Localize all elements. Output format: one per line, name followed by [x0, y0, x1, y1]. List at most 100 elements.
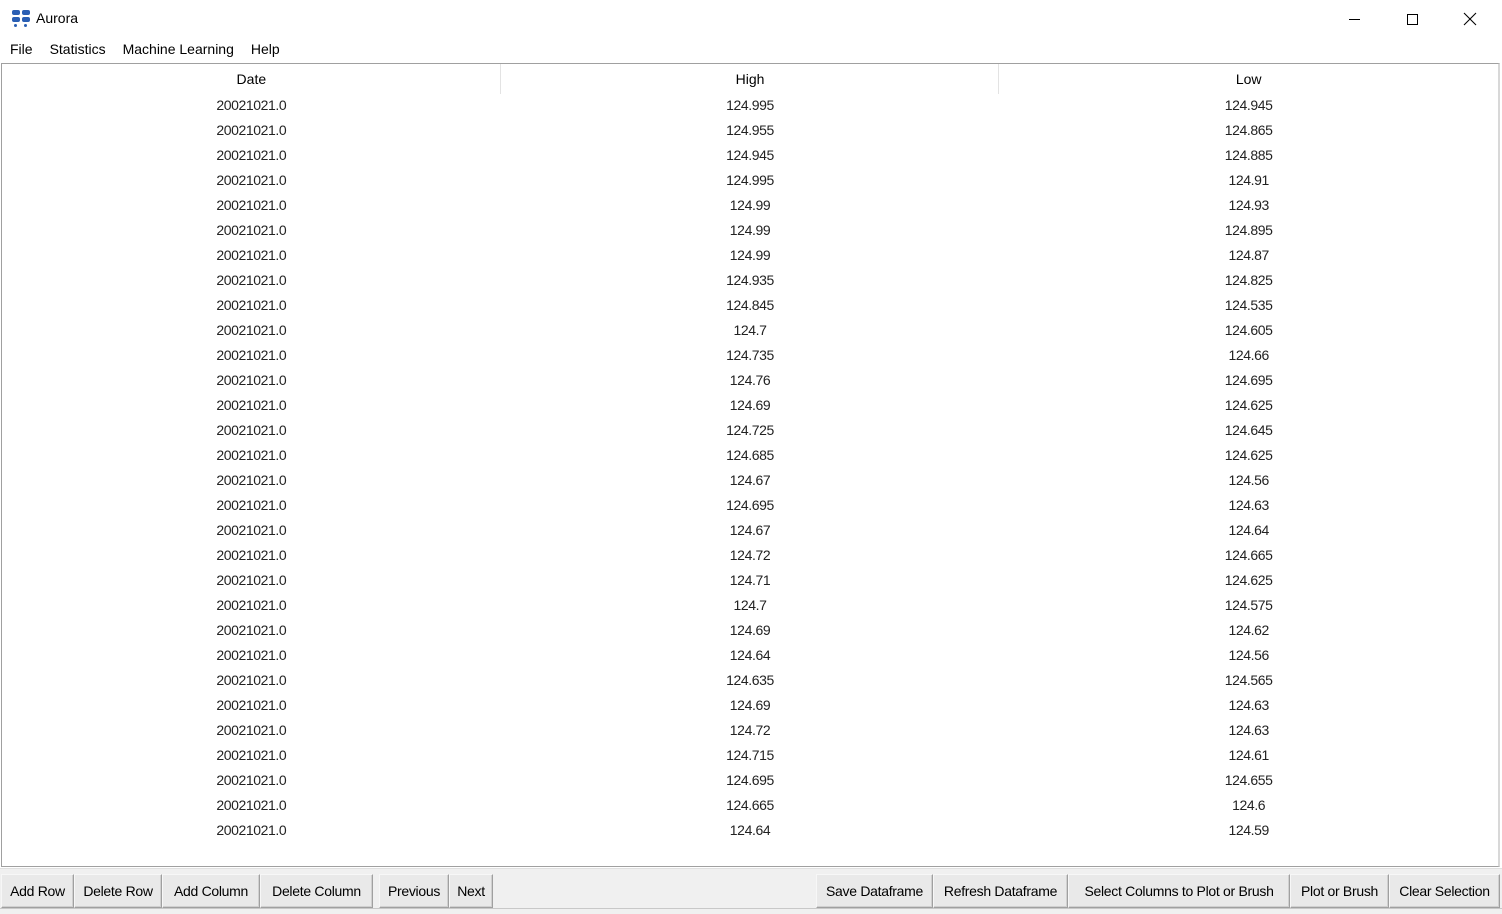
menu-file[interactable]: File	[0, 38, 41, 62]
delete-row-button[interactable]: Delete Row	[74, 874, 162, 908]
cell-date[interactable]: 20021021.0	[2, 293, 501, 318]
column-header-low[interactable]: Low	[999, 64, 1498, 92]
cell-date[interactable]: 20021021.0	[2, 443, 501, 468]
delete-column-button[interactable]: Delete Column	[260, 874, 373, 908]
data-table[interactable]: Date High Low 20021021.0 124.995 124.945 20…	[1, 63, 1500, 867]
cell-low[interactable]: 124.625	[999, 568, 1498, 593]
cell-high[interactable]: 124.665	[501, 793, 1000, 818]
table-row[interactable]: 20021021.0 124.7 124.575	[2, 593, 1498, 618]
cell-date[interactable]: 20021021.0	[2, 543, 501, 568]
table-row[interactable]: 20021021.0 124.995 124.91	[2, 168, 1498, 193]
cell-low[interactable]: 124.93	[999, 193, 1498, 218]
cell-date[interactable]: 20021021.0	[2, 268, 501, 293]
table-row[interactable]: 20021021.0 124.725 124.645	[2, 418, 1498, 443]
table-row[interactable]: 20021021.0 124.72 124.665	[2, 543, 1498, 568]
cell-low[interactable]: 124.865	[999, 118, 1498, 143]
table-row[interactable]: 20021021.0 124.64 124.59	[2, 818, 1498, 843]
cell-date[interactable]: 20021021.0	[2, 418, 501, 443]
table-row[interactable]: 20021021.0 124.995 124.945	[2, 93, 1498, 118]
table-row[interactable]: 20021021.0 124.64 124.56	[2, 643, 1498, 668]
cell-low[interactable]: 124.695	[999, 368, 1498, 393]
cell-high[interactable]: 124.695	[501, 768, 1000, 793]
cell-low[interactable]: 124.885	[999, 143, 1498, 168]
cell-high[interactable]: 124.99	[501, 218, 1000, 243]
menu-machine-learning[interactable]: Machine Learning	[114, 38, 242, 62]
cell-low[interactable]: 124.87	[999, 243, 1498, 268]
cell-date[interactable]: 20021021.0	[2, 568, 501, 593]
cell-high[interactable]: 124.69	[501, 693, 1000, 718]
plot-or-brush-button[interactable]: Plot or Brush	[1290, 874, 1389, 908]
cell-low[interactable]: 124.655	[999, 768, 1498, 793]
cell-date[interactable]: 20021021.0	[2, 693, 501, 718]
cell-date[interactable]: 20021021.0	[2, 143, 501, 168]
menu-statistics[interactable]: Statistics	[41, 38, 114, 62]
cell-high[interactable]: 124.995	[501, 168, 1000, 193]
column-header-date[interactable]: Date	[2, 64, 501, 94]
cell-date[interactable]: 20021021.0	[2, 518, 501, 543]
cell-date[interactable]: 20021021.0	[2, 93, 501, 118]
table-row[interactable]: 20021021.0 124.99 124.895	[2, 218, 1498, 243]
cell-low[interactable]: 124.6	[999, 793, 1498, 818]
cell-low[interactable]: 124.565	[999, 668, 1498, 693]
cell-high[interactable]: 124.67	[501, 468, 1000, 493]
cell-high[interactable]: 124.945	[501, 143, 1000, 168]
cell-high[interactable]: 124.72	[501, 718, 1000, 743]
cell-high[interactable]: 124.725	[501, 418, 1000, 443]
save-dataframe-button[interactable]: Save Dataframe	[816, 874, 933, 908]
cell-high[interactable]: 124.7	[501, 593, 1000, 618]
cell-date[interactable]: 20021021.0	[2, 318, 501, 343]
table-row[interactable]: 20021021.0 124.72 124.63	[2, 718, 1498, 743]
cell-low[interactable]: 124.665	[999, 543, 1498, 568]
table-row[interactable]: 20021021.0 124.695 124.655	[2, 768, 1498, 793]
cell-date[interactable]: 20021021.0	[2, 618, 501, 643]
cell-high[interactable]: 124.7	[501, 318, 1000, 343]
cell-high[interactable]: 124.955	[501, 118, 1000, 143]
cell-high[interactable]: 124.64	[501, 818, 1000, 843]
clear-selection-button[interactable]: Clear Selection	[1389, 874, 1500, 908]
table-row[interactable]: 20021021.0 124.955 124.865	[2, 118, 1498, 143]
cell-high[interactable]: 124.935	[501, 268, 1000, 293]
cell-date[interactable]: 20021021.0	[2, 718, 501, 743]
cell-low[interactable]: 124.61	[999, 743, 1498, 768]
table-row[interactable]: 20021021.0 124.99 124.93	[2, 193, 1498, 218]
table-row[interactable]: 20021021.0 124.69 124.625	[2, 393, 1498, 418]
cell-low[interactable]: 124.91	[999, 168, 1498, 193]
cell-date[interactable]: 20021021.0	[2, 493, 501, 518]
cell-low[interactable]: 124.56	[999, 643, 1498, 668]
cell-high[interactable]: 124.735	[501, 343, 1000, 368]
cell-low[interactable]: 124.625	[999, 443, 1498, 468]
cell-high[interactable]: 124.69	[501, 618, 1000, 643]
table-row[interactable]: 20021021.0 124.71 124.625	[2, 568, 1498, 593]
table-row[interactable]: 20021021.0 124.67 124.56	[2, 468, 1498, 493]
table-row[interactable]: 20021021.0 124.685 124.625	[2, 443, 1498, 468]
table-row[interactable]: 20021021.0 124.945 124.885	[2, 143, 1498, 168]
cell-date[interactable]: 20021021.0	[2, 818, 501, 843]
cell-date[interactable]: 20021021.0	[2, 643, 501, 668]
add-row-button[interactable]: Add Row	[1, 874, 74, 908]
cell-low[interactable]: 124.63	[999, 718, 1498, 743]
table-row[interactable]: 20021021.0 124.69 124.63	[2, 693, 1498, 718]
table-row[interactable]: 20021021.0 124.735 124.66	[2, 343, 1498, 368]
cell-low[interactable]: 124.645	[999, 418, 1498, 443]
table-row[interactable]: 20021021.0 124.67 124.64	[2, 518, 1498, 543]
cell-low[interactable]: 124.64	[999, 518, 1498, 543]
cell-date[interactable]: 20021021.0	[2, 368, 501, 393]
cell-high[interactable]: 124.715	[501, 743, 1000, 768]
cell-date[interactable]: 20021021.0	[2, 118, 501, 143]
cell-high[interactable]: 124.695	[501, 493, 1000, 518]
cell-date[interactable]: 20021021.0	[2, 768, 501, 793]
cell-date[interactable]: 20021021.0	[2, 193, 501, 218]
maximize-button[interactable]	[1383, 0, 1441, 38]
previous-button[interactable]: Previous	[379, 874, 449, 908]
cell-high[interactable]: 124.845	[501, 293, 1000, 318]
cell-high[interactable]: 124.685	[501, 443, 1000, 468]
cell-date[interactable]: 20021021.0	[2, 218, 501, 243]
cell-low[interactable]: 124.605	[999, 318, 1498, 343]
cell-date[interactable]: 20021021.0	[2, 743, 501, 768]
table-row[interactable]: 20021021.0 124.935 124.825	[2, 268, 1498, 293]
cell-low[interactable]: 124.66	[999, 343, 1498, 368]
cell-low[interactable]: 124.825	[999, 268, 1498, 293]
cell-date[interactable]: 20021021.0	[2, 168, 501, 193]
table-row[interactable]: 20021021.0 124.76 124.695	[2, 368, 1498, 393]
cell-high[interactable]: 124.99	[501, 193, 1000, 218]
